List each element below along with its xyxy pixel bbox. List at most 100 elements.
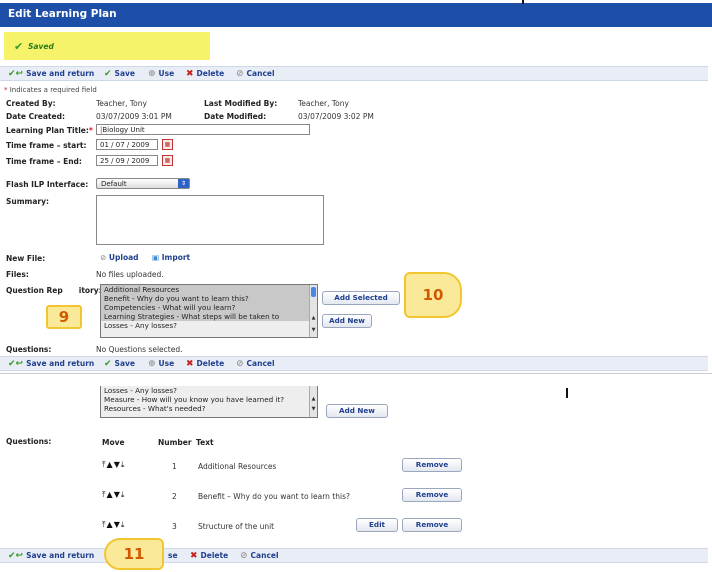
column-move: Move: [102, 438, 125, 447]
last-modified-by-label: Last Modified By:: [204, 99, 278, 108]
last-modified-by-value: Teacher, Tony: [298, 99, 349, 108]
remove-button[interactable]: Remove: [402, 488, 462, 502]
move-arrows-icon[interactable]: ⤒▲▼⤓: [102, 490, 125, 500]
delete-x-icon: ✖: [190, 551, 198, 561]
question-repository-label: Question Rep itory:: [6, 286, 102, 295]
repository-option[interactable]: Learning Strategies - What steps will be…: [101, 312, 317, 321]
cursor-mark: [522, 0, 524, 4]
question-text: Structure of the unit: [198, 522, 275, 531]
question-text: Additional Resources: [198, 462, 277, 471]
repository-option[interactable]: Resources - What's needed?: [101, 404, 317, 413]
repository-option[interactable]: Benefit - Why do you want to learn this?: [101, 294, 317, 303]
column-number: Number: [158, 438, 192, 447]
question-repository-listbox[interactable]: Additional Resources Benefit - Why do yo…: [100, 284, 318, 338]
callout-10: 10: [404, 272, 462, 318]
repository-scrollbar[interactable]: ▲ ▼: [309, 386, 317, 417]
add-new-button[interactable]: Add New: [322, 314, 372, 328]
save-button[interactable]: ✔ Save: [104, 69, 135, 79]
delete-x-icon: ✖: [186, 359, 194, 369]
saved-status-text: Saved: [28, 42, 54, 51]
use-icon: ⊕: [148, 69, 156, 79]
repository-option[interactable]: Additional Resources: [101, 285, 317, 294]
action-toolbar-top: ✔↩ Save and return ✔ Save ⊕ Use ✖ Delete ⊘ Ca…: [0, 66, 708, 81]
checkmark-icon: ✔: [104, 359, 112, 369]
date-created-value: 03/07/2009 3:01 PM: [96, 112, 172, 121]
created-by-value: Teacher, Tony: [96, 99, 147, 108]
date-modified-value: 03/07/2009 3:02 PM: [298, 112, 374, 121]
save-button[interactable]: ✔ Save: [104, 359, 135, 369]
question-text: Benefit – Why do you want to learn this?: [198, 492, 350, 501]
calendar-end-icon[interactable]: ▦: [162, 155, 173, 166]
delete-button[interactable]: ✖ Delete: [190, 551, 228, 561]
calendar-start-icon[interactable]: ▦: [162, 139, 173, 150]
scroll-down-arrow-icon[interactable]: ▼: [310, 327, 317, 333]
cancel-icon: ⊘: [236, 69, 244, 79]
question-number: 2: [172, 492, 177, 501]
use-button[interactable]: ⊕ Use: [148, 359, 174, 369]
cancel-button[interactable]: ⊘ Cancel: [240, 551, 279, 561]
delete-button[interactable]: ✖ Delete: [186, 359, 224, 369]
edit-button[interactable]: Edit: [356, 518, 398, 532]
cancel-button[interactable]: ⊘ Cancel: [236, 359, 275, 369]
cancel-icon: ⊘: [240, 551, 248, 561]
action-toolbar-bottom: ✔↩ Save and return ✔ Save ⊕ Use ✖ Delete ⊘ Ca…: [0, 356, 708, 371]
use-button[interactable]: se: [168, 551, 178, 560]
save-and-return-button[interactable]: ✔↩ Save and return: [8, 69, 94, 79]
save-return-icon: ✔↩: [8, 551, 24, 561]
questions-value: No Questions selected.: [96, 345, 183, 354]
import-link[interactable]: ▣ Import: [152, 253, 190, 262]
new-file-label: New File:: [6, 254, 46, 263]
files-label: Files:: [6, 270, 29, 279]
save-and-return-button[interactable]: ✔↩ Save and return: [8, 551, 94, 561]
callout-11: 11: [104, 538, 164, 570]
use-button[interactable]: ⊕ Use: [148, 69, 174, 79]
add-new-button[interactable]: Add New: [326, 404, 388, 418]
upload-link[interactable]: ⊘ Upload: [100, 253, 139, 262]
questions-label: Questions:: [6, 437, 52, 446]
timeframe-start-label: Time frame – start:: [6, 141, 87, 150]
add-selected-button[interactable]: Add Selected: [322, 291, 400, 305]
window-title: Edit Learning Plan: [0, 3, 712, 27]
scroll-up-arrow-icon[interactable]: ▲: [310, 396, 317, 402]
checkmark-icon: ✔: [104, 69, 112, 79]
repository-option[interactable]: Competencies - What will you learn?: [101, 303, 317, 312]
timeframe-start-date-input[interactable]: 01 / 07 / 2009: [96, 139, 158, 150]
scroll-thumb[interactable]: [311, 287, 316, 297]
flash-ilp-label: Flash ILP Interface:: [6, 180, 89, 189]
save-and-return-button[interactable]: ✔↩ Save and return: [8, 359, 94, 369]
summary-textarea[interactable]: [96, 195, 324, 245]
delete-button[interactable]: ✖ Delete: [186, 69, 224, 79]
remove-button[interactable]: Remove: [402, 518, 462, 532]
date-created-label: Date Created:: [6, 112, 65, 121]
cancel-button[interactable]: ⊘ Cancel: [236, 69, 275, 79]
scroll-up-arrow-icon[interactable]: ▲: [310, 315, 317, 321]
move-arrows-icon[interactable]: ⤒▲▼⤓: [102, 460, 125, 470]
questions-panel: Losses - Any losses? Measure - How will …: [0, 384, 712, 572]
questions-label: Questions:: [6, 345, 52, 354]
created-by-label: Created By:: [6, 99, 56, 108]
upload-icon: ⊘: [100, 253, 107, 262]
save-return-icon: ✔↩: [8, 359, 24, 369]
callout-9: 9: [46, 305, 82, 329]
move-arrows-icon[interactable]: ⤒▲▼⤓: [102, 520, 125, 530]
learning-plan-title-input[interactable]: |Biology Unit: [96, 124, 310, 135]
delete-x-icon: ✖: [186, 69, 194, 79]
flash-ilp-select[interactable]: Default ⇕: [96, 178, 190, 189]
required-field-note: * Indicates a required field: [4, 86, 97, 94]
question-number: 1: [172, 462, 177, 471]
date-modified-label: Date Modified:: [204, 112, 267, 121]
dropdown-arrow-icon: ⇕: [178, 179, 189, 188]
repository-option[interactable]: Measure - How will you know you have lea…: [101, 395, 317, 404]
checkmark-icon: ✔: [14, 40, 24, 53]
repository-scrollbar[interactable]: ▲ ▼: [309, 285, 317, 337]
timeframe-end-date-input[interactable]: 25 / 09 / 2009: [96, 155, 158, 166]
summary-label: Summary:: [6, 197, 50, 206]
repository-option[interactable]: Losses - Any losses?: [101, 321, 317, 330]
scroll-down-arrow-icon[interactable]: ▼: [310, 406, 317, 412]
cursor-mark: [566, 388, 568, 398]
question-repository-listbox-lower[interactable]: Losses - Any losses? Measure - How will …: [100, 386, 318, 418]
remove-button[interactable]: Remove: [402, 458, 462, 472]
import-icon: ▣: [152, 253, 160, 262]
repository-option[interactable]: Losses - Any losses?: [101, 386, 317, 395]
learning-plan-title-label: Learning Plan Title:*: [6, 126, 93, 135]
